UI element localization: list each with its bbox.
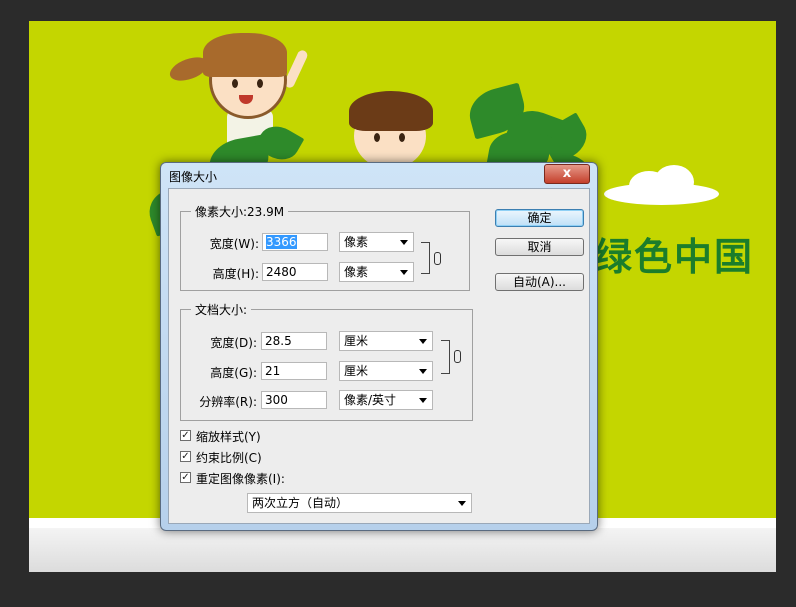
resample-method-select[interactable]: 两次立方（自动）: [247, 493, 472, 513]
girl-hair: [203, 33, 287, 77]
resolution-value: 300: [265, 393, 288, 407]
chevron-down-icon: [400, 240, 408, 245]
pixel-width-value: 3366: [266, 235, 297, 249]
cancel-button[interactable]: 取消: [495, 238, 584, 256]
resample-method-value: 两次立方（自动）: [252, 496, 349, 510]
doc-width-input[interactable]: 28.5: [261, 332, 327, 350]
canvas-bottom-gray: [29, 528, 776, 572]
doc-height-unit-select[interactable]: 厘米: [339, 361, 433, 381]
doc-width-unit-select[interactable]: 厘米: [339, 331, 433, 351]
close-icon: x: [562, 166, 572, 181]
auto-button[interactable]: 自动(A)...: [495, 273, 584, 291]
resolution-label: 分辨率(R):: [199, 395, 257, 409]
pixel-width-unit: 像素: [344, 235, 369, 249]
doc-height-label: 高度(G):: [210, 366, 257, 380]
ok-button[interactable]: 确定: [495, 209, 584, 227]
resample-image-checkbox[interactable]: ✓: [180, 472, 191, 483]
pixel-height-label: 高度(H):: [212, 267, 259, 281]
close-button[interactable]: x: [544, 164, 590, 184]
chevron-down-icon: [458, 501, 466, 506]
pixel-link-bracket: [421, 242, 430, 274]
boy-eye: [399, 133, 405, 142]
resample-image-label: 重定图像像素(I):: [196, 472, 285, 486]
pixel-dimensions-group: 像素大小:23.9M 宽度(W): 3366 像素 高度(H): 2480 像素: [180, 203, 470, 291]
chevron-down-icon: [419, 398, 427, 403]
pixel-height-input[interactable]: 2480: [262, 263, 328, 281]
chevron-down-icon: [400, 270, 408, 275]
constrain-proportions-label: 约束比例(C): [196, 451, 262, 465]
resolution-unit-select[interactable]: 像素/英寸: [339, 390, 433, 410]
pixel-height-unit: 像素: [344, 265, 369, 279]
doc-width-label: 宽度(D):: [210, 336, 257, 350]
chevron-down-icon: [419, 339, 427, 344]
resolution-input[interactable]: 300: [261, 391, 327, 409]
pixel-width-label: 宽度(W):: [209, 237, 259, 251]
document-size-label: 文档大小:: [191, 301, 252, 318]
doc-width-value: 28.5: [265, 334, 292, 348]
boy-hair: [349, 91, 433, 131]
constrain-proportions-checkbox[interactable]: ✓: [180, 451, 191, 462]
doc-height-input[interactable]: 21: [261, 362, 327, 380]
pixel-height-unit-select[interactable]: 像素: [339, 262, 414, 282]
doc-height-value: 21: [265, 364, 281, 378]
cloud: [654, 165, 694, 199]
pixel-dimensions-label: 像素大小:23.9M: [191, 203, 289, 220]
banner-text: 绿色中国: [594, 235, 755, 279]
doc-link-bracket: [441, 340, 450, 374]
pixel-width-unit-select[interactable]: 像素: [339, 232, 414, 252]
scale-styles-label: 缩放样式(Y): [196, 430, 261, 444]
scale-styles-checkbox[interactable]: ✓: [180, 430, 191, 441]
image-size-dialog: 图像大小 x 像素大小:23.9M 宽度(W): 3366 像素 高度(H): …: [160, 162, 598, 531]
boy-eye: [374, 133, 380, 142]
dialog-title: 图像大小: [169, 170, 218, 184]
dialog-body: 像素大小:23.9M 宽度(W): 3366 像素 高度(H): 2480 像素…: [168, 188, 590, 524]
girl-eye: [232, 79, 238, 88]
pixel-width-input[interactable]: 3366: [262, 233, 328, 251]
girl-eye: [257, 79, 263, 88]
doc-width-unit: 厘米: [344, 334, 369, 348]
resolution-unit: 像素/英寸: [344, 393, 397, 407]
doc-height-unit: 厘米: [344, 364, 369, 378]
chevron-down-icon: [419, 369, 427, 374]
document-size-group: 文档大小: 宽度(D): 28.5 厘米 高度(G): 21 厘米 分辨率(R)…: [180, 301, 473, 421]
chain-link-icon: [434, 252, 441, 265]
chain-link-icon: [454, 350, 461, 363]
pixel-height-value: 2480: [266, 265, 297, 279]
